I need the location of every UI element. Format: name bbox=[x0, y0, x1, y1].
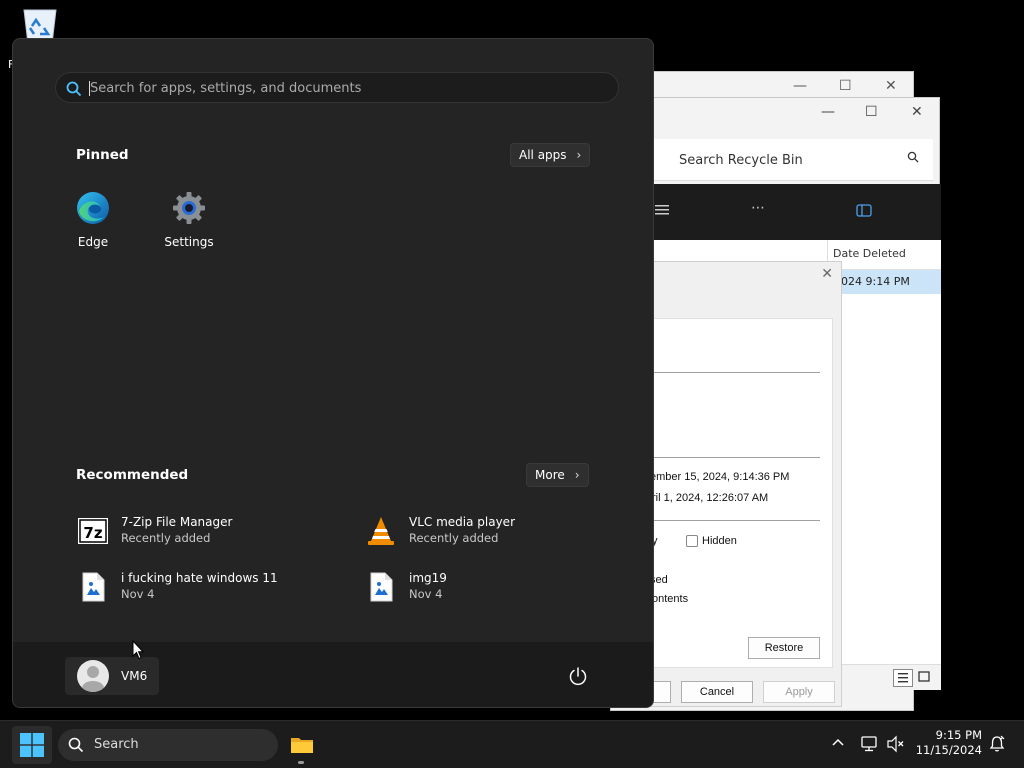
more-button[interactable]: More › bbox=[526, 463, 589, 487]
taskbar-search[interactable]: Search bbox=[58, 729, 278, 761]
start-button[interactable] bbox=[12, 726, 52, 764]
avatar bbox=[77, 660, 109, 692]
minimize-icon[interactable]: — bbox=[821, 104, 835, 120]
clock-date: 11/15/2024 bbox=[915, 743, 982, 757]
recommended-item-sub: Nov 4 bbox=[409, 587, 443, 601]
system-clock[interactable]: 9:15 PM 11/15/2024 bbox=[912, 728, 982, 758]
network-icon[interactable] bbox=[860, 735, 880, 753]
user-icon bbox=[82, 666, 104, 692]
apply-button[interactable]: Apply bbox=[763, 681, 835, 703]
power-icon[interactable] bbox=[567, 665, 589, 687]
properties-dialog: ✕ ember 15, 2024, 9:14:36 PM ril 1, 2024… bbox=[640, 261, 842, 707]
large-icons-view-icon bbox=[918, 671, 930, 682]
svg-text:7z: 7z bbox=[83, 524, 102, 542]
mouse-cursor-icon bbox=[132, 640, 144, 660]
all-apps-label: All apps bbox=[519, 148, 567, 162]
file-explorer-button[interactable] bbox=[284, 726, 318, 764]
recommended-item-sub: Nov 4 bbox=[121, 587, 155, 601]
settings-gear-icon bbox=[173, 192, 205, 224]
divider bbox=[642, 372, 820, 373]
app-label: Settings bbox=[164, 235, 214, 249]
image-file-icon bbox=[82, 572, 105, 602]
start-footer: VM6 bbox=[13, 642, 653, 707]
details-view-icon bbox=[898, 673, 908, 683]
restore-button[interactable]: Restore bbox=[748, 637, 820, 659]
recycle-bin-search-input[interactable]: Search Recycle Bin bbox=[651, 139, 933, 181]
edge-icon bbox=[77, 192, 109, 224]
divider bbox=[642, 520, 820, 521]
properties-panel: ember 15, 2024, 9:14:36 PM ril 1, 2024, … bbox=[641, 318, 833, 668]
more-options-icon[interactable]: ⋯ bbox=[751, 200, 765, 216]
user-account-button[interactable]: VM6 bbox=[65, 657, 159, 695]
chevron-up-icon[interactable] bbox=[830, 735, 846, 751]
taskbar-search-label: Search bbox=[94, 737, 139, 752]
hidden-checkbox[interactable] bbox=[686, 535, 698, 547]
recommended-item-sub: Recently added bbox=[121, 531, 211, 545]
recycle-bin-search-placeholder: Search Recycle Bin bbox=[679, 153, 803, 168]
user-name: VM6 bbox=[121, 669, 148, 683]
pinned-app-settings[interactable]: Settings bbox=[157, 191, 221, 249]
image-file-icon bbox=[370, 572, 393, 602]
close-icon[interactable]: ✕ bbox=[821, 266, 833, 282]
windows-logo-icon bbox=[20, 733, 44, 757]
folder-icon bbox=[291, 738, 313, 753]
details-view-button[interactable] bbox=[893, 669, 913, 687]
7zip-icon: 7z bbox=[78, 518, 108, 544]
search-icon bbox=[66, 81, 82, 97]
modified-date: ril 1, 2024, 12:26:07 AM bbox=[652, 492, 769, 504]
encrypt-label: ontents bbox=[652, 593, 689, 605]
details-pane-icon[interactable] bbox=[856, 204, 872, 217]
pinned-app-edge[interactable]: Edge bbox=[61, 191, 125, 249]
active-app-indicator bbox=[298, 761, 304, 764]
volume-muted-icon[interactable] bbox=[886, 735, 906, 753]
start-search-input[interactable] bbox=[90, 78, 590, 98]
start-menu: Pinned All apps › Edge bbox=[12, 38, 654, 708]
recommended-title: Recommended bbox=[76, 467, 189, 483]
start-search-box[interactable] bbox=[55, 72, 619, 103]
recycle-bin-toolbar: ⋯ bbox=[651, 184, 941, 240]
search-icon bbox=[907, 151, 919, 163]
close-icon[interactable]: ✕ bbox=[911, 104, 923, 120]
recommended-item-vlc[interactable]: VLC media player Recently added bbox=[365, 511, 635, 555]
recommended-item-name: 7-Zip File Manager bbox=[121, 515, 233, 529]
recommended-item-image-1[interactable]: i fucking hate windows 11 Nov 4 bbox=[77, 567, 347, 611]
hidden-label: Hidden bbox=[702, 535, 737, 547]
recommended-item-name: i fucking hate windows 11 bbox=[121, 571, 278, 585]
recommended-item-name: img19 bbox=[409, 571, 447, 585]
chevron-right-icon: › bbox=[574, 468, 580, 482]
taskbar: Search 9:15 PM 11/15/2024 bbox=[0, 720, 1024, 768]
divider bbox=[642, 457, 820, 458]
maximize-icon[interactable]: ☐ bbox=[839, 78, 852, 94]
recommended-item-name: VLC media player bbox=[409, 515, 516, 529]
app-label: Edge bbox=[77, 235, 109, 249]
chevron-right-icon: › bbox=[576, 148, 582, 162]
created-date: ember 15, 2024, 9:14:36 PM bbox=[650, 471, 790, 483]
row-date-deleted: 024 9:14 PM bbox=[841, 275, 910, 288]
minimize-icon[interactable]: — bbox=[793, 78, 807, 94]
more-label: More bbox=[535, 468, 565, 482]
vlc-icon bbox=[368, 517, 394, 545]
cancel-button[interactable]: Cancel bbox=[681, 681, 753, 703]
notification-bell-icon[interactable] bbox=[988, 735, 1006, 753]
maximize-icon[interactable]: ☐ bbox=[865, 104, 878, 120]
recommended-item-7zip[interactable]: 7z 7-Zip File Manager Recently added bbox=[77, 511, 347, 555]
search-icon bbox=[68, 737, 84, 753]
sort-icon[interactable] bbox=[655, 204, 669, 216]
pinned-title: Pinned bbox=[76, 147, 129, 163]
all-apps-button[interactable]: All apps › bbox=[510, 143, 591, 167]
close-icon[interactable]: ✕ bbox=[885, 78, 897, 94]
recommended-item-image-2[interactable]: img19 Nov 4 bbox=[365, 567, 635, 611]
clock-time: 9:15 PM bbox=[935, 728, 982, 742]
recommended-item-sub: Recently added bbox=[409, 531, 499, 545]
large-icons-view-button[interactable] bbox=[915, 669, 935, 687]
